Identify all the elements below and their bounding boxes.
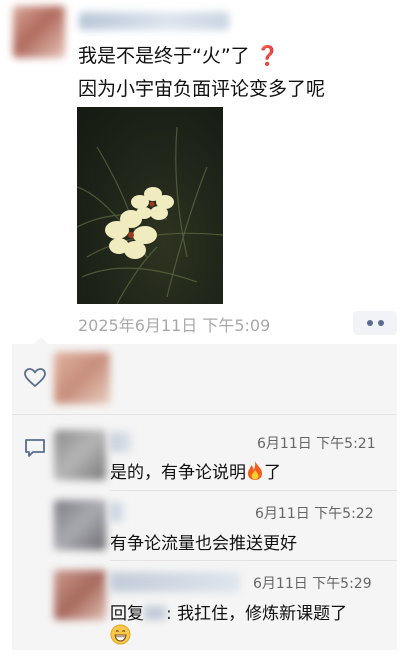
heart-outline-icon [24, 368, 46, 388]
question-mark-emoji: ❓ [255, 45, 280, 67]
post-timestamp: 2025年6月11日 下午5:09 [78, 316, 271, 335]
commenter-avatar[interactable] [54, 500, 106, 550]
post-text-line1: 我是不是终于“火”了 [78, 45, 250, 67]
comment-time: 6月11日 下午5:29 [253, 576, 372, 592]
comment-time: 6月11日 下午5:22 [255, 506, 374, 522]
comment-text[interactable]: 是的，有争论说明 了 [110, 458, 281, 483]
author-name[interactable] [79, 12, 229, 30]
interaction-panel: 6月11日 下午5:21 是的，有争论说明 了 6月11日 下午5:22 有争论… [12, 337, 397, 650]
comment-separator [110, 490, 397, 491]
liker-avatar[interactable] [54, 352, 110, 404]
reply-target-name[interactable] [144, 606, 166, 620]
post-photo[interactable] [77, 107, 223, 304]
fire-emoji-icon [248, 461, 262, 480]
comment-text[interactable]: 回复 : 我扛住，修炼新课题了 [110, 599, 347, 624]
commenter-avatar[interactable] [54, 570, 106, 620]
more-dots-icon[interactable] [353, 311, 397, 335]
comment-separator [110, 560, 397, 561]
comment-text-suffix: 了 [264, 463, 281, 483]
comment-text-body: 是的，有争论说明 [110, 463, 246, 483]
post-text: 我是不是终于“火”了 ❓ 因为小宇宙负面评论变多了呢 [78, 40, 325, 106]
commenter-name[interactable] [110, 572, 240, 592]
author-avatar[interactable] [13, 6, 65, 58]
divider [12, 414, 397, 415]
comment-time: 6月11日 下午5:21 [257, 436, 376, 452]
commenter-avatar[interactable] [54, 430, 106, 480]
post-text-line2: 因为小宇宙负面评论变多了呢 [78, 78, 326, 100]
reply-prefix: 回复 [110, 604, 144, 624]
commenter-name[interactable] [110, 432, 132, 452]
commenter-name[interactable] [110, 502, 124, 522]
flower-photo [77, 126, 223, 304]
grin-emoji-icon [110, 624, 131, 645]
comment-text-body: : 我扛住，修炼新课题了 [166, 604, 348, 624]
comment-bubble-icon [25, 439, 45, 457]
comment-text[interactable]: 有争论流量也会推送更好 [110, 529, 297, 554]
